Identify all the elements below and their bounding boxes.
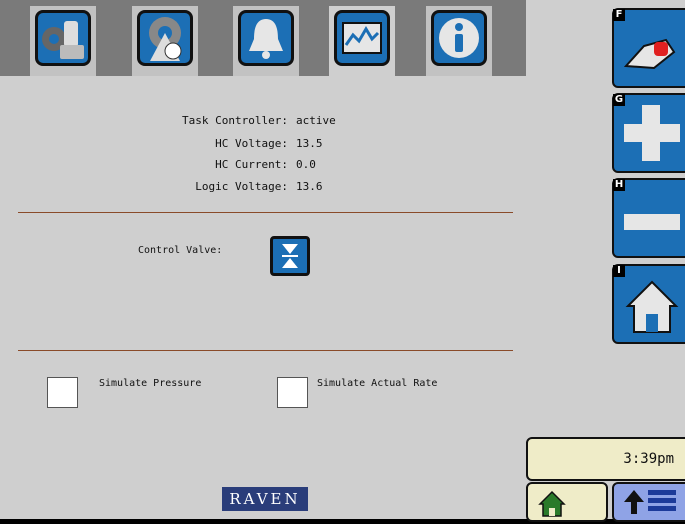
control-valve-label: Control Valve:: [138, 245, 223, 256]
softkey-i-button[interactable]: I: [612, 264, 685, 344]
home-icon: [538, 490, 566, 517]
tab-info[interactable]: [426, 6, 492, 76]
minus-icon: [624, 214, 680, 230]
simulate-actual-rate-checkbox[interactable]: [277, 377, 308, 408]
home-icon: [625, 280, 679, 333]
info-icon: [431, 10, 487, 66]
hc-current-label: HC Current:: [215, 158, 288, 171]
softkey-h-button[interactable]: H: [612, 178, 685, 258]
tab-alarms[interactable]: [233, 6, 299, 76]
gear-drop-icon: [137, 10, 193, 66]
tools-icon: [35, 10, 91, 66]
softkey-g-button[interactable]: G: [612, 93, 685, 173]
softkey-h-label: H: [613, 179, 625, 191]
task-controller-label: Task Controller:: [182, 114, 288, 127]
hc-current-value: 0.0: [296, 158, 316, 171]
divider: [18, 212, 513, 213]
valve-close-icon: [282, 244, 298, 268]
pointer-icon: [623, 38, 676, 70]
plus-icon: [624, 105, 680, 161]
clock-time: 3:39pm: [623, 451, 674, 467]
arrow-menu-icon: [624, 490, 676, 514]
simulate-pressure-checkbox[interactable]: [47, 377, 78, 408]
tab-diagnostics[interactable]: [329, 6, 395, 78]
hc-voltage-value: 13.5: [296, 137, 323, 150]
softkey-f-label: F: [613, 9, 625, 21]
divider: [18, 350, 513, 351]
simulate-actual-rate-label: Simulate Actual Rate: [317, 378, 438, 389]
navigation-button[interactable]: [612, 482, 685, 522]
softkey-panel: F G H I 3:39pm: [526, 0, 685, 522]
logic-voltage-label: Logic Voltage:: [195, 180, 288, 193]
logic-voltage-value: 13.6: [296, 180, 323, 193]
home-button[interactable]: [526, 482, 608, 522]
tab-setup[interactable]: [30, 6, 96, 76]
graph-icon: [334, 10, 390, 66]
main-panel: Task Controller: active HC Voltage: 13.5…: [0, 0, 526, 519]
softkey-g-label: G: [613, 94, 625, 106]
clock-display: 3:39pm: [526, 437, 685, 481]
hc-voltage-label: HC Voltage:: [215, 137, 288, 150]
raven-logo: RAVEN: [222, 487, 308, 511]
tab-product[interactable]: [132, 6, 198, 76]
task-controller-value: active: [296, 114, 336, 127]
tab-bar: [0, 0, 526, 78]
softkey-f-button[interactable]: F: [612, 8, 685, 88]
bell-icon: [238, 10, 294, 66]
simulate-pressure-label: Simulate Pressure: [99, 378, 202, 389]
control-valve-button[interactable]: [270, 236, 310, 276]
softkey-i-label: I: [613, 265, 625, 277]
